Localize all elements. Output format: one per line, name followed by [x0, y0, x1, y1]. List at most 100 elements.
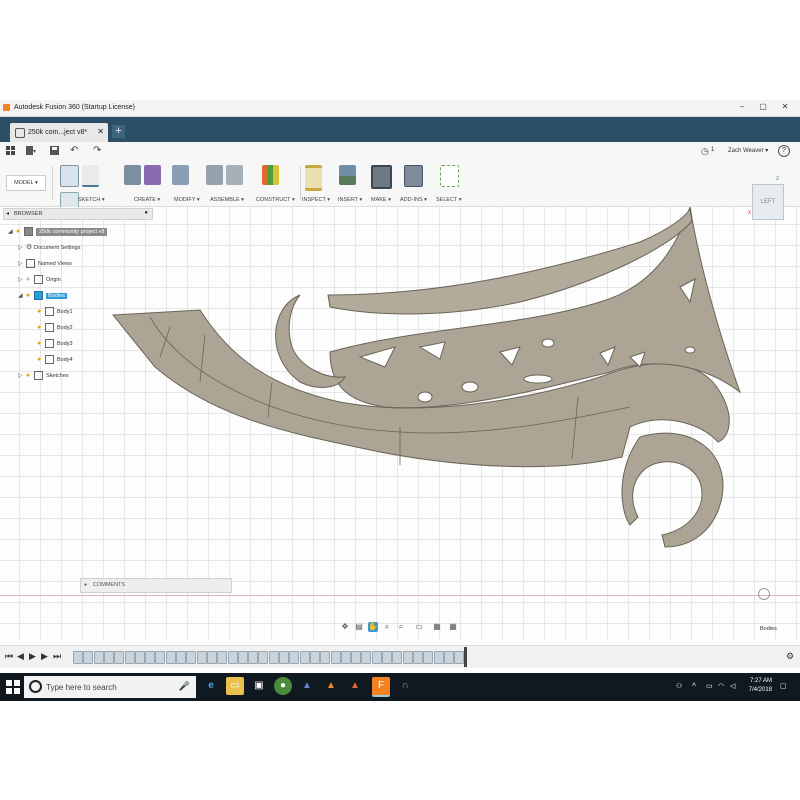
timeline-feature-icon[interactable]	[423, 651, 434, 664]
timeline-feature-icon[interactable]	[248, 651, 259, 664]
vpn-icon[interactable]: ▲	[298, 677, 316, 695]
windows-start-icon[interactable]	[6, 680, 20, 694]
timeline-feature-icon[interactable]	[124, 651, 135, 664]
modify-group[interactable]: MODIFY ▾	[172, 163, 202, 203]
timeline-marker[interactable]	[464, 647, 467, 667]
grid-menu-icon[interactable]	[6, 146, 15, 155]
new-tab-button[interactable]: +	[112, 125, 125, 138]
timeline-feature-icon[interactable]	[103, 651, 114, 664]
job-status-icon[interactable]: ◷	[701, 145, 709, 157]
action-center-icon[interactable]: ▢	[780, 682, 787, 690]
timeline-feature-icon[interactable]	[371, 651, 382, 664]
expand-arrow-icon[interactable]: ◢	[8, 228, 16, 235]
timeline-feature-icon[interactable]	[145, 651, 156, 664]
assemble-menu[interactable]: ASSEMBLE ▾	[210, 197, 244, 203]
maximize-button[interactable]: ▢	[756, 102, 770, 111]
workspace-switcher[interactable]: MODEL ▾	[6, 175, 46, 191]
app-icon[interactable]: ∩	[396, 677, 414, 695]
autocad-icon[interactable]: ▲	[322, 677, 340, 695]
file-menu-icon[interactable]	[26, 146, 36, 155]
visibility-bulb-icon[interactable]: ●	[16, 228, 24, 235]
timeline-feature-icon[interactable]	[402, 651, 413, 664]
fusion-360-taskbar-icon[interactable]: F	[372, 677, 390, 697]
3d-print-icon[interactable]	[371, 165, 392, 189]
browser-item-origin[interactable]: ▷ ● Origin	[18, 275, 61, 286]
visibility-bulb-icon[interactable]: ●	[37, 340, 45, 347]
timeline-feature-icon[interactable]	[73, 651, 83, 664]
store-icon[interactable]: ▣	[250, 677, 268, 695]
as-built-joint-icon[interactable]	[226, 165, 243, 185]
timeline-feature-icon[interactable]	[299, 651, 310, 664]
expand-arrow-icon[interactable]: ▷	[18, 260, 26, 267]
pattern-icon[interactable]	[144, 165, 161, 185]
browser-item-body3[interactable]: ● Body3	[37, 339, 73, 350]
timeline-feature-icon[interactable]	[454, 651, 465, 664]
visibility-bulb-icon[interactable]: ●	[26, 292, 34, 299]
timeline-feature-icon[interactable]	[330, 651, 341, 664]
browser-header[interactable]: ◂ BROWSER ●	[3, 208, 153, 220]
timeline-feature-icon[interactable]	[320, 651, 331, 664]
browser-item-body4[interactable]: ● Body4	[37, 355, 73, 366]
browser-item-named-views[interactable]: ▷ Named Views	[18, 259, 72, 270]
redo-icon[interactable]: ↷	[93, 145, 101, 157]
timeline-feature-icon[interactable]	[443, 651, 454, 664]
go-to-end-icon[interactable]: ⏭	[53, 651, 61, 662]
browser-item-document-settings[interactable]: ▷ ⚙ Document Settings	[18, 243, 80, 254]
line-icon[interactable]	[82, 165, 99, 187]
timeline-feature-icon[interactable]	[155, 651, 166, 664]
expand-comments-icon[interactable]: ●	[84, 582, 87, 588]
timeline-feature-icon[interactable]	[176, 651, 186, 664]
timeline-feature-icon[interactable]	[309, 651, 320, 664]
scripts-icon[interactable]	[404, 165, 423, 187]
expand-arrow-icon[interactable]: ▷	[18, 244, 26, 251]
expand-arrow-icon[interactable]: ▷	[18, 372, 26, 379]
inspect-group[interactable]: INSPECT ▾	[302, 163, 330, 203]
help-icon[interactable]: ?	[778, 145, 790, 157]
modify-menu[interactable]: MODIFY ▾	[174, 197, 200, 203]
add-ins-menu[interactable]: ADD-INS ▾	[400, 197, 427, 203]
select-menu[interactable]: SELECT ▾	[436, 197, 462, 203]
edge-icon[interactable]: e	[202, 677, 220, 695]
step-forward-icon[interactable]: ▶	[41, 651, 48, 662]
sketch-group[interactable]: SKETCH ▾	[60, 163, 122, 214]
pan-icon[interactable]: ✋	[368, 622, 378, 632]
browser-root-node[interactable]: ◢ ● 250k community project v8	[8, 227, 108, 238]
fit-icon[interactable]: ⌕	[396, 622, 406, 632]
sketch-icon[interactable]	[60, 165, 79, 187]
timeline-feature-icon[interactable]	[217, 651, 228, 664]
timeline-feature-icon[interactable]	[227, 651, 238, 664]
pin-icon[interactable]: ●	[144, 210, 148, 216]
insert-menu[interactable]: INSERT ▾	[338, 197, 362, 203]
select-icon[interactable]	[440, 165, 459, 187]
user-menu[interactable]: Zach Weaver ▾	[728, 147, 768, 154]
sketch-menu[interactable]: SKETCH ▾	[78, 197, 105, 203]
view-cube[interactable]: LEFT	[752, 184, 784, 220]
play-icon[interactable]: ▶	[29, 651, 36, 662]
save-icon[interactable]	[50, 146, 59, 155]
network-icon[interactable]: ▭	[706, 682, 713, 690]
tray-chevron-icon[interactable]: ˄	[692, 682, 696, 689]
timeline-feature-icon[interactable]	[196, 651, 207, 664]
people-icon[interactable]: ⚇	[676, 682, 682, 690]
browser-item-bodies[interactable]: ◢ ● Bodies	[18, 291, 67, 302]
close-tab-icon[interactable]: ✕	[97, 127, 104, 136]
construct-group[interactable]: CONSTRUCT ▾	[256, 163, 296, 203]
timeline-feature-icon[interactable]	[268, 651, 279, 664]
close-window-button[interactable]: ✕	[778, 102, 792, 111]
timeline-feature-icon[interactable]	[186, 651, 197, 664]
visibility-bulb-icon[interactable]: ●	[26, 276, 34, 283]
offset-plane-icon[interactable]	[262, 165, 279, 185]
timeline-feature-icon[interactable]	[289, 651, 300, 664]
timeline-feature-icon[interactable]	[93, 651, 104, 664]
timeline-feature-icon[interactable]	[134, 651, 145, 664]
lower-hook[interactable]	[621, 432, 724, 548]
go-to-start-icon[interactable]: ⏮	[5, 651, 13, 662]
browser-item-sketches[interactable]: ▷ ● Sketches	[18, 371, 69, 382]
timeline-feature-icon[interactable]	[258, 651, 269, 664]
insert-image-icon[interactable]	[339, 165, 356, 185]
create-menu[interactable]: CREATE ▾	[134, 197, 160, 203]
browser-item-body2[interactable]: ● Body2	[37, 323, 73, 334]
chrome-icon[interactable]: ●	[274, 677, 292, 695]
comments-panel[interactable]: ● COMMENTS	[80, 578, 232, 593]
timeline-feature-icon[interactable]	[392, 651, 403, 664]
